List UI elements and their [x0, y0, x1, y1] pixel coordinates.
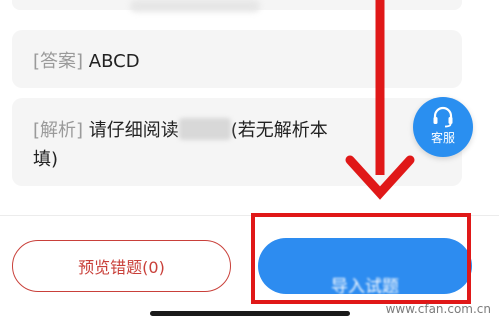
redacted-area [178, 118, 231, 140]
analysis-text-line2: 填) [33, 149, 59, 170]
down-arrow-annotation [345, 0, 415, 200]
preview-wrong-questions-button[interactable]: 预览错题(0) [12, 240, 231, 292]
answer-value: ABCD [88, 51, 140, 72]
customer-service-button[interactable]: 客服 [413, 97, 473, 157]
analysis-label: [解析] [33, 120, 84, 141]
analysis-text: [解析] 请仔细阅读 (若无解析本 [33, 116, 328, 145]
headset-icon [433, 106, 453, 128]
analysis-text-after: (若无解析本 [230, 120, 328, 141]
answer-label: [答案] [33, 51, 84, 72]
answer-text: [答案] ABCD [33, 47, 140, 73]
watermark: www.cfan.com.cn [385, 302, 491, 316]
home-indicator[interactable] [150, 311, 350, 316]
redacted-area [130, 0, 260, 12]
service-label: 客服 [430, 131, 455, 145]
preview-button-label: 预览错题(0) [78, 258, 165, 277]
highlight-annotation-box [251, 213, 471, 304]
analysis-text-before: 请仔细阅读 [88, 120, 179, 141]
